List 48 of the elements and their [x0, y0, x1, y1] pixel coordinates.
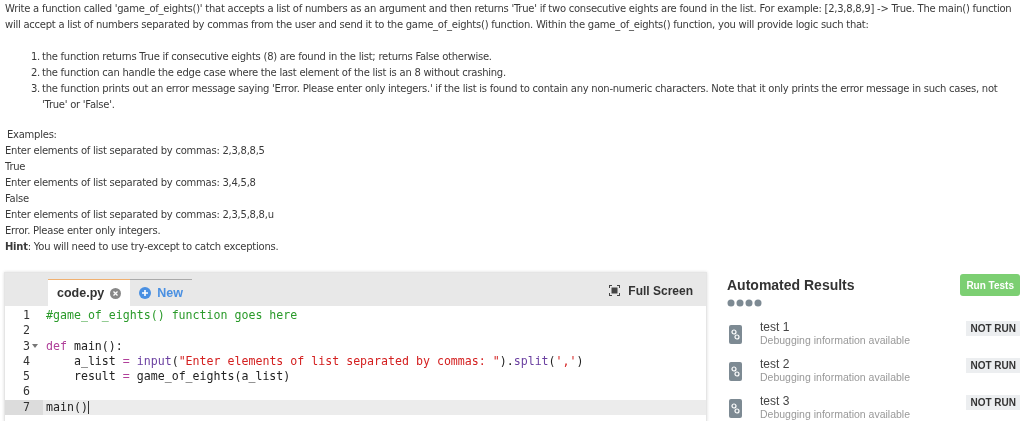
close-icon[interactable] — [110, 287, 122, 299]
gears-icon — [729, 361, 742, 381]
example-line: False — [5, 192, 30, 206]
test-name: test 2 — [760, 358, 791, 371]
text-cursor — [87, 400, 89, 414]
debug-info-text: Debugging information available — [760, 371, 911, 384]
hint-text: Hint: You will need to use try-except to catch exceptions. — [5, 240, 280, 254]
test-name: test 3 — [760, 395, 791, 408]
requirement-text: the function can handle the edge case where the last element of the list is an 8 without crashing. — [42, 66, 506, 80]
editor-tab[interactable]: code.py — [48, 279, 131, 306]
code-line: main() — [45, 399, 89, 416]
example-line: True — [5, 160, 27, 174]
description-paragraph: Write a function called 'game_of_eights()' that accepts a list of numbers as an argument and then returns 'True' if two consecutive eights are found in the list. For example: [2,3,8,8,9] -> True. The main() function will accept a list of numbers separated by commas from the user and send it to the game_of_eights() function. Within the game_of_eights() function, you will provide logic such that: — [5, 2, 1013, 33]
line-number: 2 — [23, 323, 30, 339]
code-line: a_list = input("Enter elements of list separated by commas: ").split(',') — [72, 353, 584, 370]
line-number: 3 — [23, 338, 30, 354]
line-number: 6 — [23, 384, 30, 400]
list-number: 1. — [31, 50, 39, 64]
loading-dots-icon — [727, 299, 763, 307]
code-line: #game_of_eights() function goes here — [45, 308, 298, 324]
line-number: 4 — [23, 353, 30, 370]
example-line: Error. Please enter only integers. — [5, 224, 162, 238]
fullscreen-icon — [609, 285, 621, 296]
gears-icon — [729, 324, 742, 344]
fold-caret-icon[interactable] — [32, 344, 39, 349]
requirement-text: the function prints out an error message saying 'Error. Please enter only integers.' if the list is found to contain any non-numeric characters. Note that it only prints the error message in such cases, not 'True' or 'False'. — [42, 82, 999, 112]
example-line: Enter elements of list separated by commas: 3,4,5,8 — [5, 176, 257, 190]
requirement-text: the function returns True if consecutive eights (8) are found in the list; returns False otherwise. — [42, 50, 492, 64]
example-line: Enter elements of list separated by commas: 2,3,8,8,5 — [5, 144, 266, 158]
test-name: test 1 — [760, 321, 791, 334]
gears-icon — [729, 398, 742, 418]
status-badge: NOT RUN — [966, 321, 1020, 336]
status-badge: NOT RUN — [966, 395, 1020, 410]
results-heading: Automated Results — [726, 277, 855, 293]
list-number: 3. — [31, 82, 39, 96]
code-line: def main(): — [45, 338, 123, 354]
status-badge: NOT RUN — [966, 358, 1020, 373]
full-screen-button[interactable]: Full Screen — [609, 283, 693, 298]
examples-heading: Examples: — [6, 128, 58, 142]
line-number: 1 — [23, 308, 30, 324]
code-line: result = game_of_eights(a_list) — [72, 369, 291, 385]
plus-icon — [139, 287, 152, 299]
line-number: 7 — [23, 399, 30, 416]
debug-info-text: Debugging information available — [760, 334, 911, 347]
line-number: 5 — [23, 369, 30, 385]
debug-info-text: Debugging information available — [760, 408, 911, 421]
list-number: 2. — [31, 66, 39, 80]
example-line: Enter elements of list separated by commas: 2,3,5,8,8,u — [5, 208, 275, 222]
